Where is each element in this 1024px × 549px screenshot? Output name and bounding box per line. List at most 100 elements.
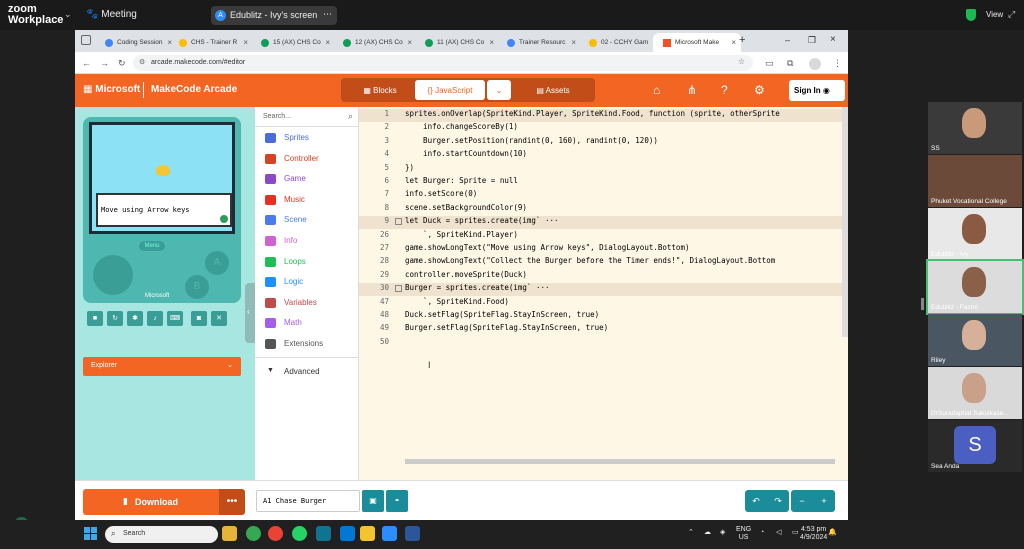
code-line[interactable]: let Burger: Sprite = null bbox=[405, 176, 518, 185]
code-line[interactable]: controller.moveSprite(Duck) bbox=[405, 270, 527, 279]
redo-icon[interactable]: ↷ bbox=[767, 490, 789, 512]
download-button[interactable]: ▮ Download bbox=[83, 489, 223, 515]
browser-tab[interactable]: 11 (AX) CHS Co × bbox=[415, 33, 499, 52]
fullscreen-icon[interactable]: ✕ bbox=[211, 311, 227, 326]
tab-assets[interactable]: ▤ Assets bbox=[515, 80, 591, 100]
wifi-icon[interactable]: ◔ bbox=[760, 529, 764, 537]
participant-video[interactable]: Phuket Vocational College bbox=[928, 155, 1022, 207]
restart-icon[interactable]: ↻ bbox=[107, 311, 123, 326]
editor-horizontal-scrollbar[interactable] bbox=[405, 459, 835, 464]
chevron-up-icon[interactable]: ⌃ bbox=[688, 529, 694, 537]
code-line[interactable]: Burger = sprites.create(img` ··· bbox=[405, 283, 550, 292]
close-icon[interactable]: × bbox=[731, 38, 736, 47]
share-icon[interactable]: ⋔ bbox=[687, 83, 697, 97]
toolbox-category-logic[interactable]: Logic bbox=[255, 272, 359, 292]
home-icon[interactable]: ⌂ bbox=[653, 83, 660, 97]
minimize-icon[interactable]: – bbox=[785, 35, 790, 45]
language-dropdown[interactable]: ⌄ bbox=[487, 80, 511, 100]
whatsapp-icon[interactable] bbox=[292, 526, 307, 541]
tab-javascript[interactable]: {} JavaScript bbox=[415, 80, 485, 100]
editor-vertical-scrollbar[interactable] bbox=[842, 107, 848, 337]
toolbox-category-game[interactable]: Game bbox=[255, 169, 359, 189]
participant-video-speaking[interactable]: Edublitz - Fazmi bbox=[926, 259, 1024, 315]
language-indicator[interactable]: ENG US bbox=[736, 526, 751, 542]
toolbox-category-extensions[interactable]: Extensions bbox=[255, 334, 359, 354]
participant-video[interactable]: SS bbox=[928, 102, 1022, 154]
calendar-icon[interactable] bbox=[340, 526, 355, 541]
windows-start-icon[interactable] bbox=[84, 527, 98, 541]
reload-icon[interactable]: ↻ bbox=[118, 58, 126, 69]
participant-video[interactable]: S Sea Anda bbox=[928, 420, 1022, 472]
code-line[interactable]: Duck.setFlag(SpriteFlag.StayInScreen, tr… bbox=[405, 310, 599, 319]
browser-tab-active[interactable]: Microsoft Make × bbox=[653, 33, 741, 52]
download-more-button[interactable]: ••• bbox=[219, 489, 245, 515]
view-button[interactable]: View bbox=[986, 10, 1003, 19]
code-editor[interactable]: 1 sprites.onOverlap(SpriteKind.Player, Sp… bbox=[359, 107, 848, 480]
browser-tab[interactable]: 12 (AX) CHS Co × bbox=[333, 33, 417, 52]
cloud-icon[interactable]: ☁ bbox=[704, 529, 711, 537]
screen-share-indicator[interactable]: A Edublitz - Ivy's screen ⋯ bbox=[211, 6, 337, 25]
toolbox-category-controller[interactable]: Controller bbox=[255, 149, 359, 169]
undo-icon[interactable]: ↶ bbox=[745, 490, 767, 512]
code-line[interactable]: `, SpriteKind.Food) bbox=[405, 297, 509, 306]
code-line[interactable]: let Duck = sprites.create(img` ··· bbox=[405, 216, 559, 225]
explorer-button[interactable]: Explorer ⌄ bbox=[83, 357, 241, 376]
battery-icon[interactable]: ▭ bbox=[792, 529, 799, 537]
word-icon[interactable] bbox=[405, 526, 420, 541]
toolbox-category-variables[interactable]: Variables bbox=[255, 293, 359, 313]
toolbox-category-music[interactable]: Music bbox=[255, 190, 359, 210]
tab-blocks[interactable]: ▦ Blocks bbox=[345, 80, 415, 100]
chrome-icon[interactable] bbox=[246, 526, 261, 541]
toolbox-category-math[interactable]: Math bbox=[255, 313, 359, 333]
code-line[interactable]: info.changeScoreBy(1) bbox=[405, 122, 518, 131]
menu-button[interactable]: Menu bbox=[139, 241, 165, 251]
cast-icon[interactable]: ▭ bbox=[765, 58, 774, 69]
save-icon[interactable]: ▣ bbox=[362, 490, 384, 512]
code-line[interactable]: sprites.onOverlap(SpriteKind.Player, Spr… bbox=[405, 109, 780, 118]
zoom-app-icon[interactable] bbox=[382, 526, 397, 541]
chrome-profile-icon[interactable] bbox=[268, 526, 283, 541]
url-input[interactable]: ⚙ arcade.makecode.com/#editor ☆ bbox=[133, 55, 753, 71]
dpad-control[interactable] bbox=[93, 255, 133, 295]
browser-tab[interactable]: 15 (AX) CHS Co × bbox=[251, 33, 335, 52]
code-line[interactable]: game.showLongText("Collect the Burger be… bbox=[405, 256, 775, 265]
a-button[interactable]: A bbox=[205, 251, 229, 275]
zoom-in-icon[interactable]: + bbox=[813, 490, 835, 512]
github-icon[interactable]: ◓ bbox=[386, 490, 408, 512]
tab-actions-icon[interactable] bbox=[81, 35, 91, 45]
toolbox-search-input[interactable]: Search... ⌕ bbox=[255, 107, 359, 127]
volume-icon[interactable]: ◁ bbox=[776, 529, 781, 537]
panel-resize-handle[interactable] bbox=[921, 298, 924, 310]
code-line[interactable]: game.showLongText("Move using Arrow keys… bbox=[405, 243, 689, 252]
project-name-input[interactable]: A1 Chase Burger bbox=[256, 490, 360, 512]
meeting-menu[interactable]: 🐾 Meeting bbox=[86, 9, 137, 20]
close-icon[interactable]: × bbox=[325, 38, 330, 47]
kebab-menu-icon[interactable]: ⋮ bbox=[833, 58, 842, 69]
microsoft-logo[interactable]: ▦ Microsoft bbox=[83, 84, 140, 95]
advanced-toggle[interactable]: ▼ Advanced bbox=[255, 357, 359, 383]
toolbox-category-sprites[interactable]: Sprites bbox=[255, 128, 359, 148]
browser-tab[interactable]: Coding Session × bbox=[95, 33, 177, 52]
fold-toggle-icon[interactable] bbox=[395, 218, 402, 226]
back-icon[interactable]: ← bbox=[82, 58, 91, 68]
browser-tab[interactable]: CHS - Trainer R × bbox=[169, 33, 253, 52]
close-icon[interactable]: × bbox=[571, 38, 576, 47]
site-info-icon[interactable]: ⚙ bbox=[139, 58, 145, 66]
b-button[interactable]: B bbox=[185, 275, 209, 299]
zoom-out-icon[interactable]: − bbox=[791, 490, 813, 512]
notification-bell-icon[interactable]: 🔔 bbox=[828, 529, 837, 537]
profile-avatar[interactable] bbox=[809, 58, 821, 70]
screenshot-icon[interactable]: ◙ bbox=[191, 311, 207, 326]
new-tab-icon[interactable]: + bbox=[739, 34, 745, 46]
close-icon[interactable]: × bbox=[243, 38, 248, 47]
stop-icon[interactable]: ■ bbox=[87, 311, 103, 326]
forward-icon[interactable]: → bbox=[100, 58, 109, 68]
restore-icon[interactable]: ❐ bbox=[808, 35, 816, 46]
close-icon[interactable]: × bbox=[489, 38, 494, 47]
toolbox-category-info[interactable]: Info bbox=[255, 231, 359, 251]
toolbox-category-loops[interactable]: Loops bbox=[255, 252, 359, 272]
game-screen[interactable]: Move using Arrow keys bbox=[89, 122, 235, 234]
participant-video[interactable]: Edublitz - Ivy bbox=[928, 208, 1022, 260]
toolbox-category-scene[interactable]: Scene bbox=[255, 210, 359, 230]
app-icon[interactable] bbox=[316, 526, 331, 541]
